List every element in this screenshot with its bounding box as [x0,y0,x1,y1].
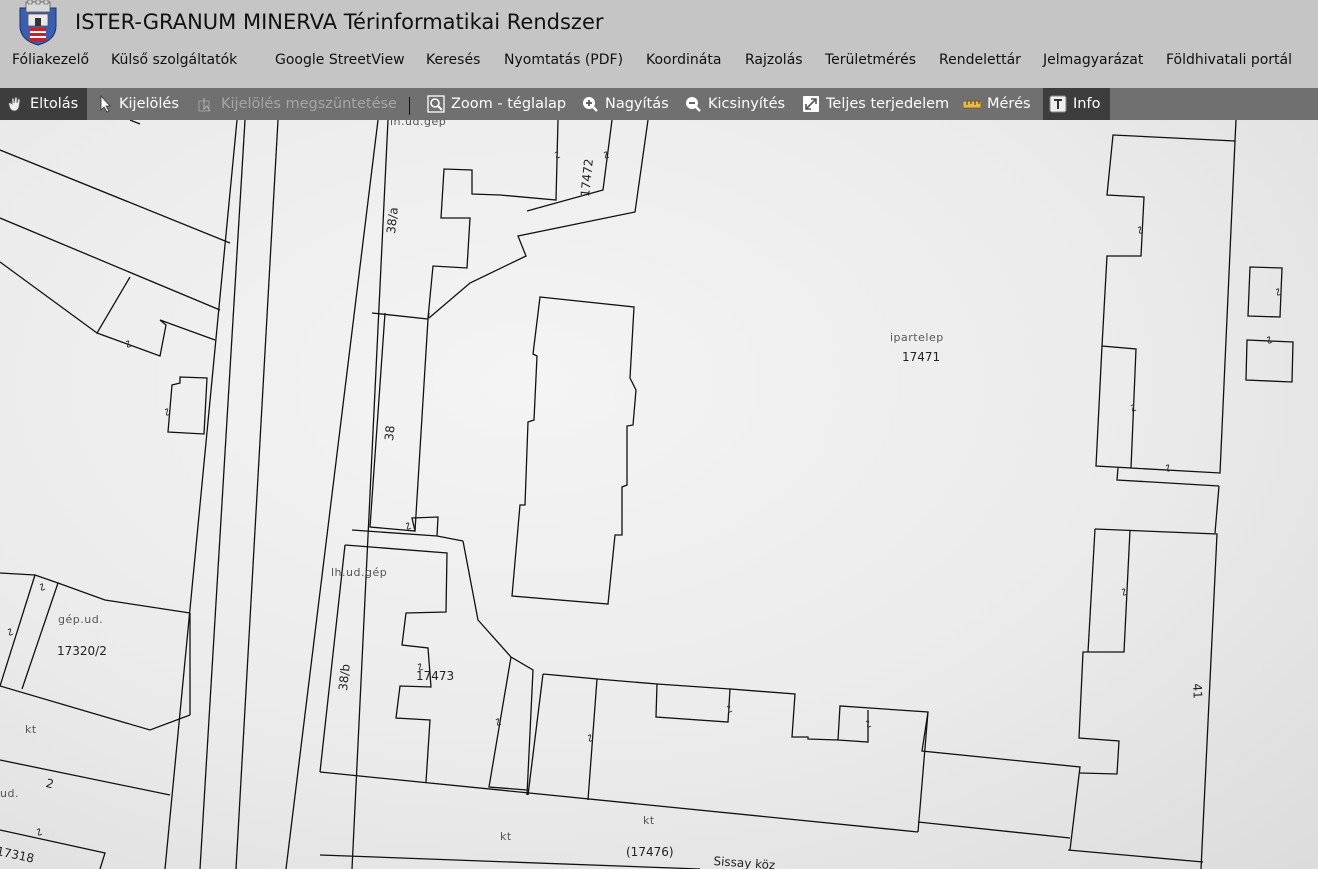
app-title: ISTER-GRANUM MINERVA Térinformatikai Ren… [75,10,604,34]
zoom-in-label: Nagyítás [605,96,669,112]
zoom-box-icon [427,95,445,113]
menu-google-streetview[interactable]: Google StreetView [275,52,405,68]
menu-foldhivatali-portal[interactable]: Földhivatali portál [1166,52,1292,68]
menu-teruletmeres[interactable]: Területmérés [825,52,916,68]
parcel-label-17476: (17476) [626,845,674,859]
select-tool-button[interactable]: Kijelölés [99,88,179,120]
info-icon [1049,95,1067,113]
cadastral-map[interactable]: ipartelep 17471 17472 38/a 38 38/b 17473… [0,120,1318,869]
clear-selection-button[interactable]: Kijelölés megszüntetése [197,88,397,120]
menu-kereses[interactable]: Keresés [426,52,480,68]
main-menu: Fóliakezelő Külső szolgáltatók Google St… [0,52,1318,72]
select-tool-label: Kijelölés [119,96,179,112]
full-extent-label: Teljes terjedelem [826,96,950,112]
parcel-label-38b: 38/b [336,663,353,692]
zoom-in-button[interactable]: Nagyítás [581,88,669,120]
info-button[interactable]: Info [1043,88,1110,120]
toolbar-separator [409,97,410,115]
landuse-label-lh-ud-gep-top: lh.ud.gép [390,120,447,128]
menu-kulso-szolgaltatok[interactable]: Külső szolgáltatók [111,52,237,68]
pan-tool-label: Eltolás [30,96,79,112]
zoom-in-icon [581,95,599,113]
clear-selection-icon [197,95,215,113]
landuse-label-lh-ud-gep: lh.ud.gép [331,566,388,579]
measure-button[interactable]: Mérés [963,88,1031,120]
parcel-label-41: 41 [1190,683,1205,699]
pointer-icon [99,95,113,113]
menu-nyomtatas[interactable]: Nyomtatás (PDF) [504,52,623,68]
parcel-label-38: 38 [382,424,398,442]
landuse-label-kt-bottom1: kt [500,830,512,843]
map-lines [0,120,1294,869]
pan-tool-button[interactable]: Eltolás [0,88,87,120]
landuse-label-ipartelep: ipartelep [890,331,944,344]
measure-label: Mérés [987,96,1031,112]
landuse-label-kt-left: kt [25,723,37,736]
coat-of-arms-icon [12,0,64,46]
map-toolbar: Eltolás Kijelölés Kijelölés megszüntetés… [0,88,1318,120]
header: ISTER-GRANUM MINERVA Térinformatikai Ren… [0,0,1318,88]
clear-selection-label: Kijelölés megszüntetése [221,96,397,112]
zoom-out-icon [684,95,702,113]
zoom-box-label: Zoom - téglalap [451,96,567,112]
info-label: Info [1073,96,1101,112]
zoom-out-label: Kicsinyítés [708,96,786,112]
hand-icon [6,95,24,113]
parcel-label-17471: 17471 [902,350,941,364]
ruler-icon [963,95,981,113]
full-extent-button[interactable]: Teljes terjedelem [802,88,949,120]
full-extent-icon [802,95,820,113]
parcel-label-38a: 38/a [384,206,401,235]
zoom-out-button[interactable]: Kicsinyítés [684,88,785,120]
menu-jelmagyarazat[interactable]: Jelmagyarázat [1043,52,1143,68]
landuse-label-ud: ud. [0,787,19,800]
zoom-box-button[interactable]: Zoom - téglalap [427,88,566,120]
menu-rajzolas[interactable]: Rajzolás [745,52,803,68]
parcel-label-17473: 17473 [416,669,455,683]
menu-foliakezelo[interactable]: Fóliakezelő [12,52,89,68]
menu-koordinata[interactable]: Koordináta [646,52,721,68]
parcel-label-17320-2: 17320/2 [57,644,107,658]
landuse-label-kt-bottom2: kt [643,814,655,827]
landuse-label-gep-ud: gép.ud. [58,613,104,626]
menu-rendelettar[interactable]: Rendelettár [939,52,1021,68]
